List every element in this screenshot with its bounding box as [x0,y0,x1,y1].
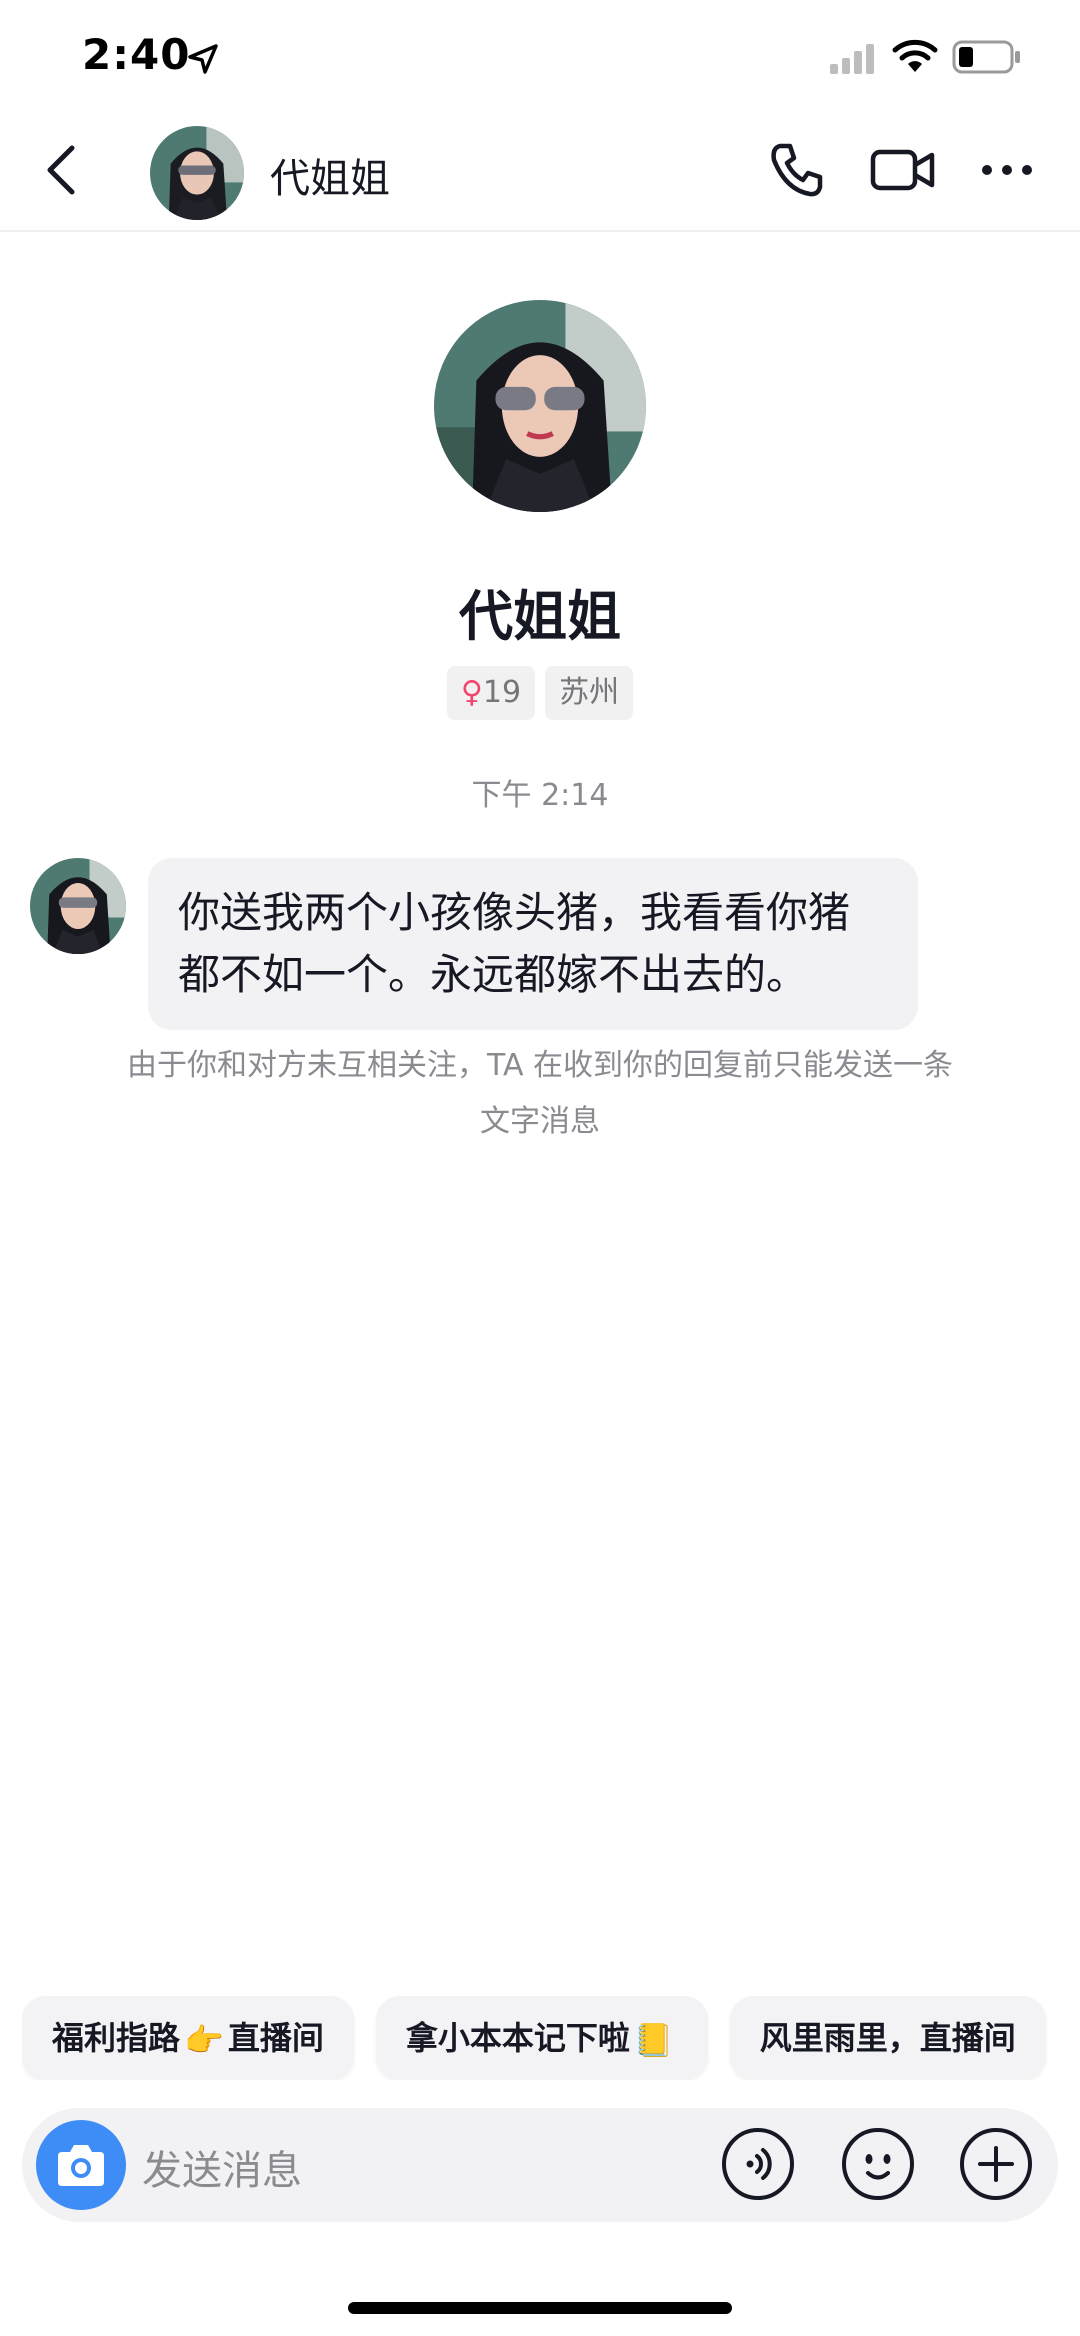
profile-tags: ♀19 苏州 [0,666,1080,720]
message-bubble[interactable]: 你送我两个小孩像头猪，我看看你猪都不如一个。永远都嫁不出去的。 [148,858,918,1030]
avatar[interactable] [150,126,244,220]
quick-replies: 福利指路 👉 直播间 拿小本本记下啦 📒 风里雨里，直播间 [22,1996,1080,2080]
location-arrow-icon [186,42,220,76]
quick-reply-chip[interactable]: 风里雨里，直播间 [729,1996,1046,2080]
video-call-icon[interactable] [870,144,936,196]
system-notice: 由于你和对方未互相关注，TA 在收到你的回复前只能发送一条文字消息 [126,1048,954,1139]
age-tag: ♀19 [446,666,536,720]
chat-header: 代姐姐 [0,110,1080,232]
camera-button[interactable] [36,2120,126,2210]
profile-avatar[interactable] [434,300,646,512]
status-time: 2:40 [82,30,191,79]
back-icon[interactable] [40,142,84,198]
pointing-hand-icon: 👉 [184,2021,224,2059]
phone-icon[interactable] [766,140,826,200]
wifi-icon [892,38,938,74]
header-title[interactable]: 代姐姐 [270,146,390,204]
sender-avatar[interactable] [30,858,126,954]
quick-reply-chip[interactable]: 福利指路 👉 直播间 [22,1996,354,2080]
more-icon[interactable] [980,160,1034,180]
home-indicator [348,2302,732,2314]
notebook-icon: 📒 [633,2021,674,2059]
message-timestamp: 下午 2:14 [471,778,609,813]
signal-icon [830,42,878,74]
age-value: 19 [482,675,522,710]
battery-icon [952,40,1022,74]
location-tag: 苏州 [545,666,634,720]
message-input-bar: 发送消息 [22,2108,1058,2222]
quick-reply-chip[interactable]: 拿小本本记下啦 📒 [375,1996,708,2080]
message-input[interactable]: 发送消息 [142,2138,302,2196]
camera-icon [58,2145,104,2186]
female-icon: ♀ [460,675,483,710]
emoji-icon[interactable] [840,2126,916,2202]
profile-name: 代姐姐 [459,585,621,648]
voice-icon[interactable] [720,2126,796,2202]
plus-icon[interactable] [958,2126,1034,2202]
